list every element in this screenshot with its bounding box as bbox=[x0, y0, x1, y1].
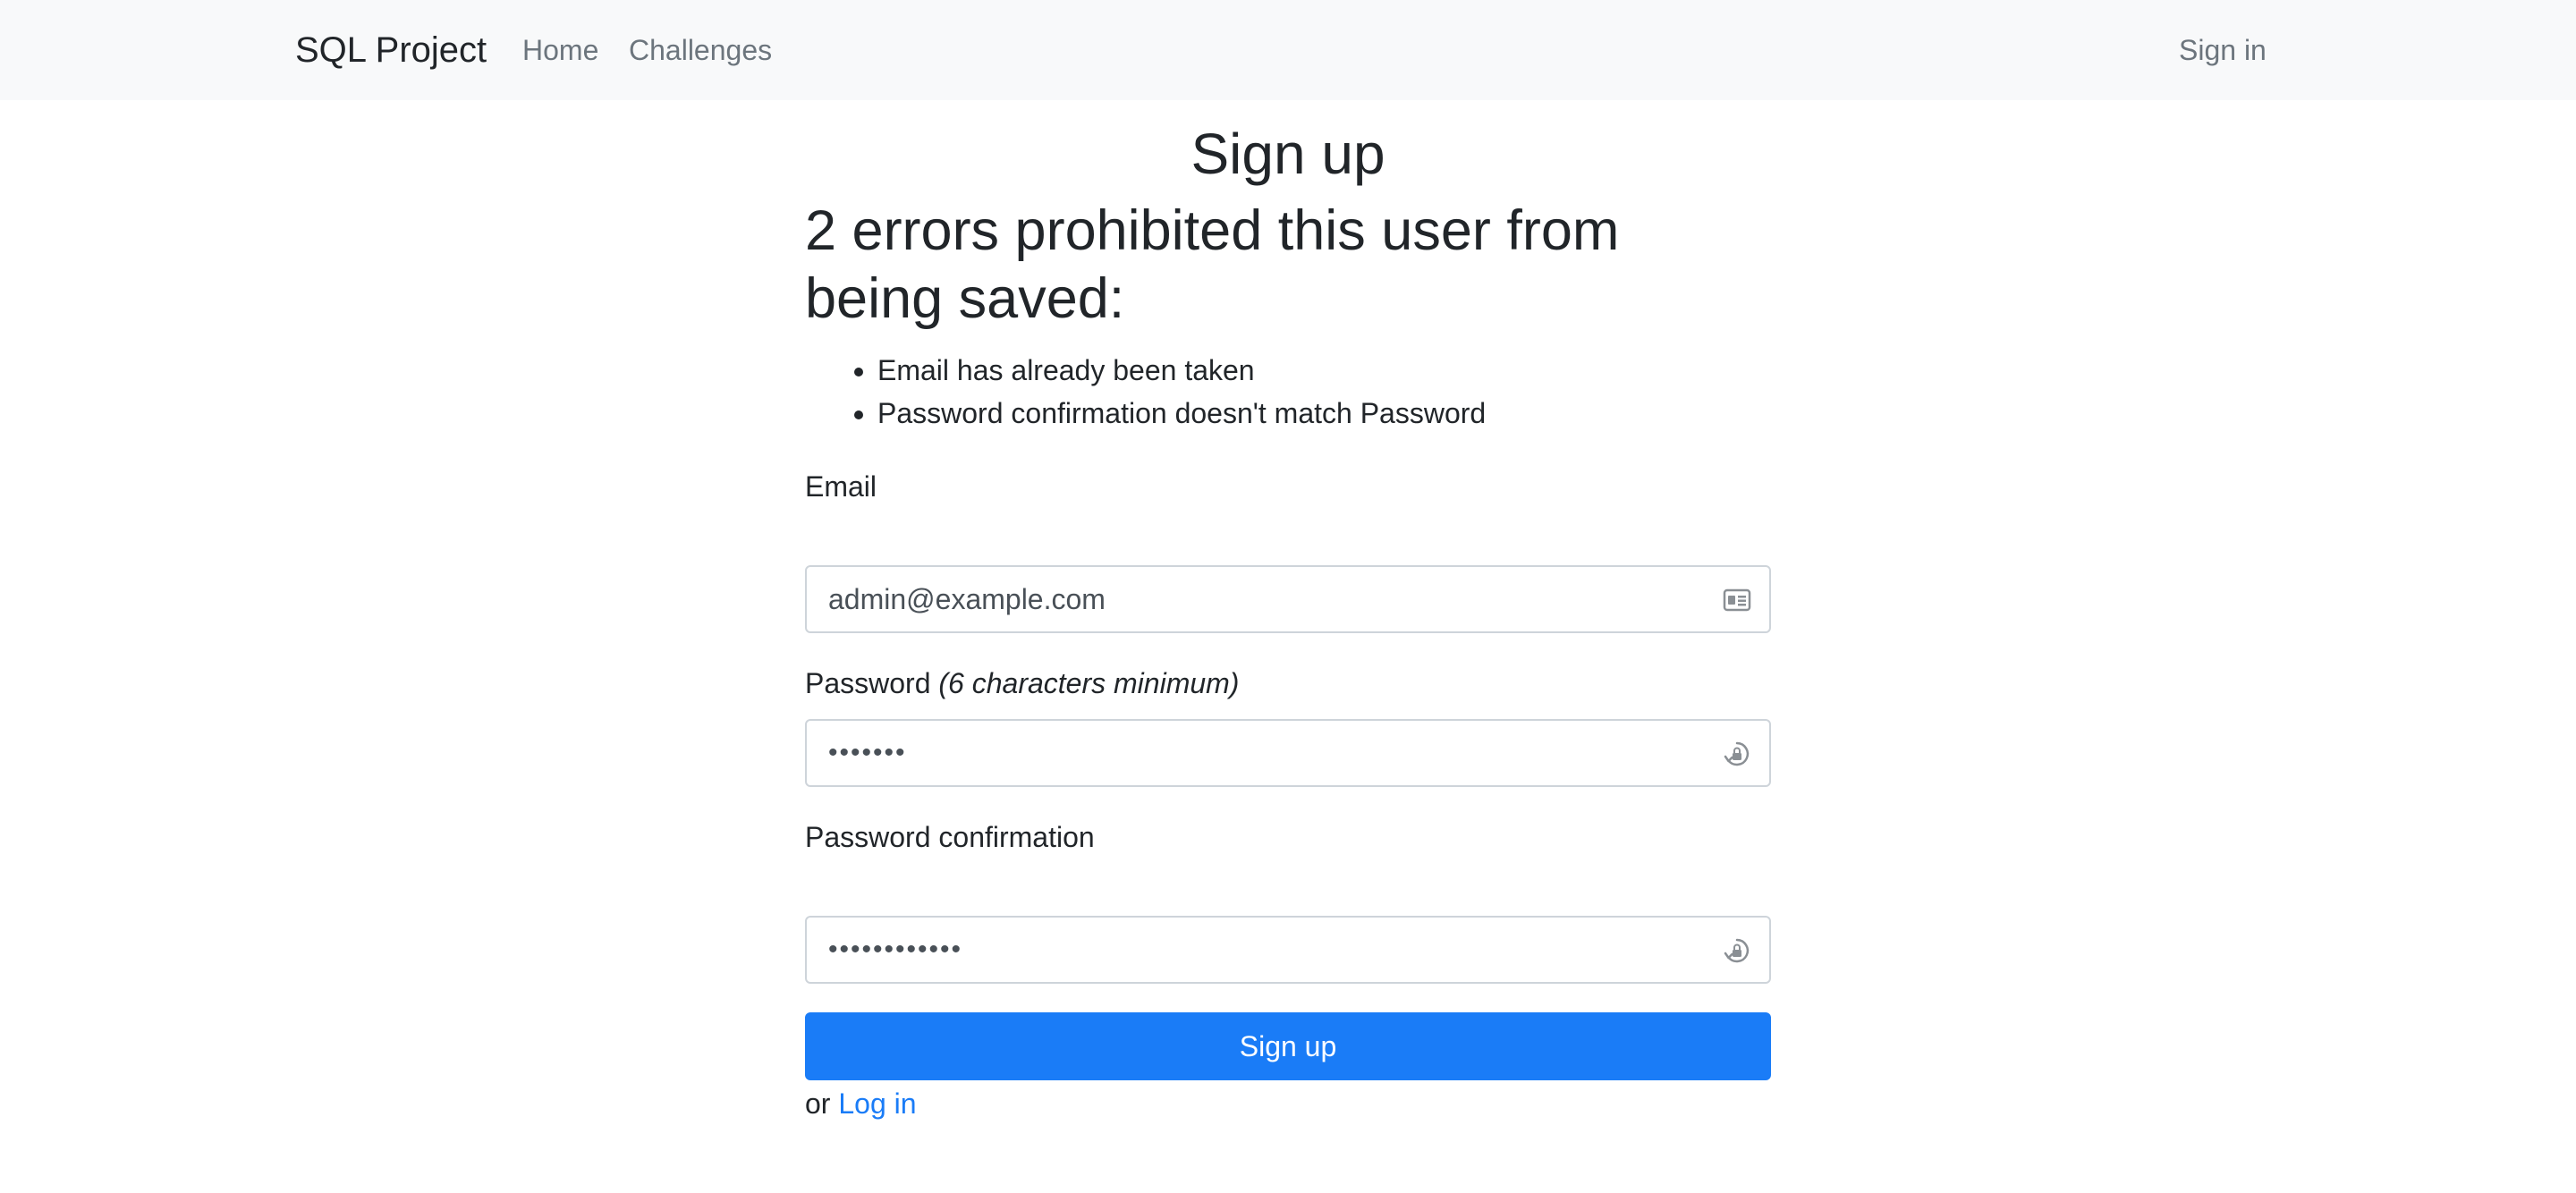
error-item: Email has already been taken bbox=[877, 349, 1486, 392]
error-heading: 2 errors prohibited this user from being… bbox=[805, 199, 1620, 330]
brand-link[interactable]: SQL Project bbox=[295, 25, 487, 75]
sign-up-button[interactable]: Sign up bbox=[805, 1012, 1771, 1080]
error-list: Email has already been taken Password co… bbox=[805, 349, 1486, 435]
password-field[interactable] bbox=[807, 721, 1683, 785]
password-confirmation-wrapper bbox=[805, 916, 1771, 984]
navbar: SQL Project Home Challenges Sign in bbox=[0, 0, 2576, 100]
error-item: Password confirmation doesn't match Pass… bbox=[877, 392, 1486, 435]
contact-card-icon[interactable] bbox=[1723, 587, 1751, 613]
password-manager-icon[interactable] bbox=[1723, 740, 1751, 767]
password-manager-icon[interactable] bbox=[1723, 937, 1751, 964]
page-title: Sign up bbox=[1191, 122, 1385, 186]
nav-link-challenges[interactable]: Challenges bbox=[629, 27, 772, 73]
log-in-link[interactable]: Log in bbox=[838, 1087, 916, 1120]
password-confirmation-field[interactable] bbox=[807, 918, 1683, 982]
password-label-text: Password bbox=[805, 667, 931, 699]
email-field-wrapper bbox=[805, 565, 1771, 633]
login-prompt: or Log in bbox=[805, 1082, 917, 1125]
password-field-wrapper bbox=[805, 719, 1771, 787]
password-label: Password (6 characters minimum) bbox=[805, 664, 1239, 703]
email-label: Email bbox=[805, 470, 877, 503]
login-prompt-prefix: or bbox=[805, 1087, 831, 1120]
email-field[interactable] bbox=[807, 567, 1683, 631]
password-hint: (6 characters minimum) bbox=[938, 667, 1240, 699]
nav-link-sign-in[interactable]: Sign in bbox=[2179, 27, 2267, 73]
nav-link-home[interactable]: Home bbox=[522, 27, 598, 73]
password-confirmation-label: Password confirmation bbox=[805, 821, 1095, 853]
